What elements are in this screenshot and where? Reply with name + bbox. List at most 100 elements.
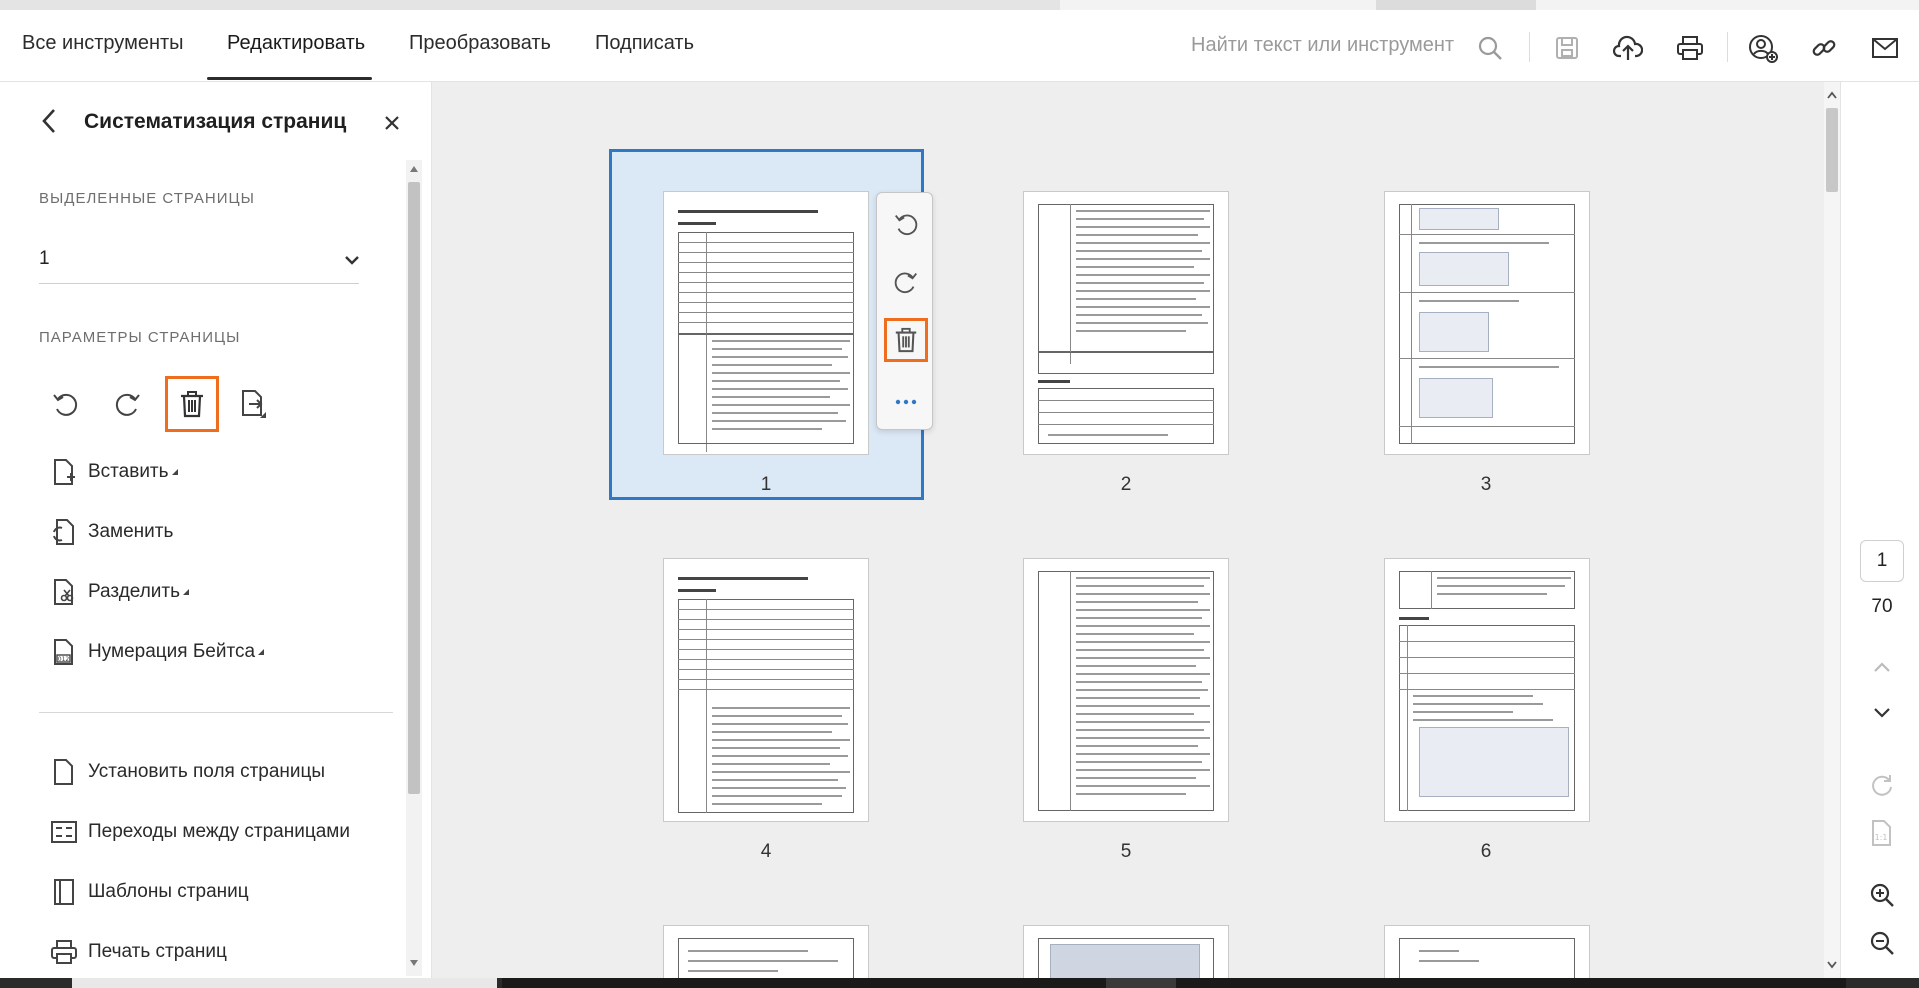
right-navigation-rail: 1 70 1:1 (1840, 82, 1919, 978)
refresh-icon[interactable] (1865, 768, 1899, 802)
tool-label: Шаблоны страниц (88, 881, 249, 902)
rotate-right-icon[interactable] (106, 382, 150, 426)
rotate-left-icon[interactable] (887, 205, 925, 243)
print-pages-icon (50, 938, 78, 966)
tab-all-tools[interactable]: Все инструменты (22, 32, 184, 55)
tool-print-pages[interactable]: Печать страниц (50, 936, 227, 968)
main-scrollbar[interactable] (1824, 82, 1840, 978)
tab-strip-segment (0, 0, 1060, 10)
svg-text:1:1: 1:1 (1875, 833, 1888, 842)
next-page-chevron-down-icon[interactable] (1865, 696, 1899, 730)
active-tab-indicator (207, 77, 372, 80)
search-icon[interactable] (1474, 32, 1506, 64)
main-scrollbar-thumb[interactable] (1826, 108, 1838, 192)
cloud-upload-icon[interactable] (1612, 32, 1644, 64)
page-actions-floating-bar (876, 192, 933, 430)
more-options-icon[interactable] (887, 383, 925, 421)
tool-insert[interactable]: Вставить (50, 456, 178, 488)
previous-page-chevron-up-icon[interactable] (1865, 650, 1899, 684)
scroll-up-arrow-icon[interactable] (406, 162, 422, 176)
panel-title: Систематизация страниц (84, 110, 347, 133)
submenu-corner-icon (183, 589, 190, 595)
window-top-strip (0, 0, 1919, 10)
organize-pages-panel: Систематизация страниц ВЫДЕЛЕННЫЕ СТРАНИ… (0, 82, 432, 978)
total-pages-label: 70 (1871, 596, 1893, 617)
scroll-down-arrow-icon[interactable] (406, 956, 422, 970)
tab-convert[interactable]: Преобразовать (409, 32, 551, 55)
delete-page-icon[interactable] (165, 376, 219, 432)
print-icon[interactable] (1674, 32, 1706, 64)
page-thumbnail-2[interactable] (1023, 191, 1229, 455)
chevron-down-icon[interactable] (342, 250, 362, 270)
page-thumbnail-6[interactable] (1384, 558, 1590, 822)
scroll-up-arrow-icon[interactable] (1824, 88, 1840, 102)
mail-icon[interactable] (1869, 32, 1901, 64)
taskbar-segment (72, 978, 497, 988)
panel-scrollbar-thumb[interactable] (408, 182, 420, 794)
delete-page-icon[interactable] (884, 318, 928, 362)
page-thumbnail-7[interactable] (663, 925, 869, 988)
panel-divider (39, 712, 393, 713)
toolbar-separator (1529, 32, 1530, 62)
selected-pages-select[interactable]: 1 (39, 248, 50, 270)
tool-page-templates[interactable]: Шаблоны страниц (50, 876, 249, 908)
page-thumbnail-3[interactable] (1384, 191, 1590, 455)
tool-label: Разделить (88, 581, 181, 602)
split-scissors-icon (50, 578, 78, 606)
back-chevron-icon[interactable] (36, 104, 64, 138)
selected-pages-heading: ВЫДЕЛЕННЫЕ СТРАНИЦЫ (39, 190, 255, 207)
extract-page-icon[interactable] (232, 382, 276, 426)
actual-size-icon[interactable]: 1:1 (1865, 816, 1899, 850)
rotate-left-icon[interactable] (43, 382, 87, 426)
tool-replace[interactable]: Заменить (50, 516, 173, 548)
submenu-corner-icon (258, 649, 265, 655)
page-margins-icon (50, 758, 78, 786)
page-number-label: 5 (1120, 841, 1132, 862)
insert-page-icon (50, 458, 78, 486)
tab-edit[interactable]: Редактировать (227, 32, 365, 55)
page-number-label: 6 (1480, 841, 1492, 862)
page-thumbnail-4[interactable] (663, 558, 869, 822)
page-thumbnail-1[interactable] (663, 191, 869, 455)
toolbar-separator (1727, 32, 1728, 62)
tab-sign[interactable]: Подписать (595, 32, 694, 55)
page-number-label: 4 (760, 841, 772, 862)
tool-label: Установить поля страницы (88, 761, 326, 782)
page-number-label: 2 (1120, 474, 1132, 495)
page-thumbnail-5[interactable] (1023, 558, 1229, 822)
taskbar-segment (1106, 978, 1176, 988)
tool-bates-numbering[interactable]: 012 Нумерация Бейтса (50, 636, 265, 668)
page-transitions-icon (50, 818, 78, 846)
tool-label: Переходы между страницами (88, 821, 350, 842)
current-page-input[interactable]: 1 (1860, 540, 1904, 582)
page-number-label: 3 (1480, 474, 1492, 495)
tool-label: Заменить (88, 521, 174, 542)
page-templates-icon (50, 878, 78, 906)
taskbar-strip (0, 978, 1919, 988)
tool-label: Нумерация Бейтса (88, 641, 256, 662)
search-input[interactable]: Найти текст или инструмент (1191, 34, 1454, 57)
page-thumbnail-8[interactable] (1023, 925, 1229, 988)
page-params-heading: ПАРАМЕТРЫ СТРАНИЦЫ (39, 329, 241, 346)
tool-label: Печать страниц (88, 941, 227, 962)
submenu-corner-icon (171, 469, 178, 475)
page-thumbnail-9[interactable] (1384, 925, 1590, 988)
scroll-down-arrow-icon[interactable] (1824, 958, 1840, 972)
tool-page-transitions[interactable]: Переходы между страницами (50, 816, 350, 848)
zoom-in-icon[interactable] (1865, 878, 1899, 912)
link-icon[interactable] (1808, 32, 1840, 64)
tool-split[interactable]: Разделить (50, 576, 190, 608)
rotate-right-icon[interactable] (887, 263, 925, 301)
tool-set-page-margins[interactable]: Установить поля страницы (50, 756, 325, 788)
page-number-label: 1 (760, 474, 772, 495)
close-icon[interactable] (382, 110, 402, 134)
svg-text:012: 012 (58, 656, 70, 663)
replace-page-icon (50, 518, 78, 546)
zoom-out-icon[interactable] (1865, 926, 1899, 960)
share-user-icon[interactable] (1747, 32, 1779, 64)
save-icon[interactable] (1551, 32, 1583, 64)
select-underline (39, 283, 359, 284)
tool-label: Вставить (88, 461, 169, 482)
top-menubar: Все инструменты Редактировать Преобразов… (0, 10, 1919, 82)
tab-strip-segment (1376, 0, 1536, 10)
